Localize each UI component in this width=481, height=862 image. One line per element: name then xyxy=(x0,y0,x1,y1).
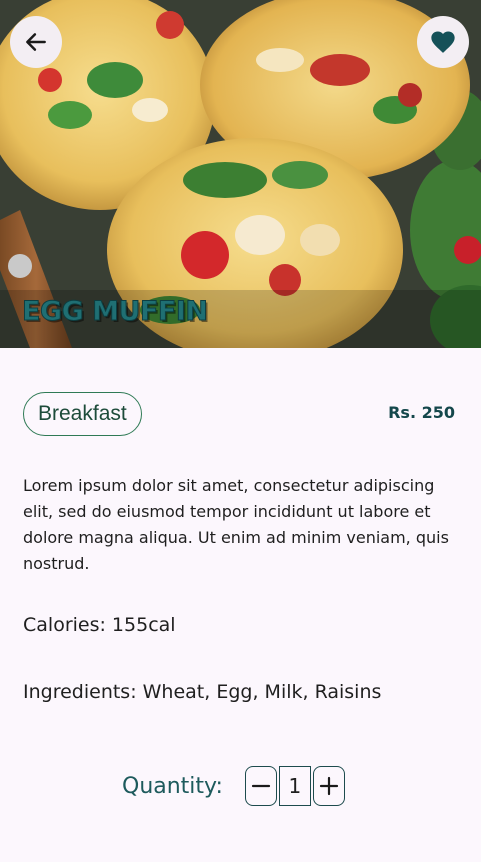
category-chip[interactable]: Breakfast xyxy=(23,392,142,436)
hero-image: EGG MUFFIN xyxy=(0,0,481,348)
quantity-stepper: 1 xyxy=(244,766,345,806)
price-label: Rs. 250 xyxy=(388,403,455,422)
quantity-value: 1 xyxy=(278,766,311,806)
ingredients-text: Ingredients: Wheat, Egg, Milk, Raisins xyxy=(23,681,382,703)
increment-button[interactable] xyxy=(312,766,345,806)
decrement-button[interactable] xyxy=(244,766,277,806)
favorite-button[interactable] xyxy=(417,16,469,68)
back-button[interactable] xyxy=(10,16,62,68)
dish-description: Lorem ipsum dolor sit amet, consectetur … xyxy=(23,476,449,573)
quantity-row: Quantity: 1 xyxy=(122,764,345,808)
minus-icon xyxy=(251,784,270,788)
quantity-label: Quantity: xyxy=(122,773,223,799)
heart-icon xyxy=(431,31,455,53)
dish-title: EGG MUFFIN xyxy=(22,296,209,328)
arrow-left-icon xyxy=(26,33,46,51)
plus-icon xyxy=(319,776,338,796)
calories-text: Calories: 155cal xyxy=(23,614,176,636)
